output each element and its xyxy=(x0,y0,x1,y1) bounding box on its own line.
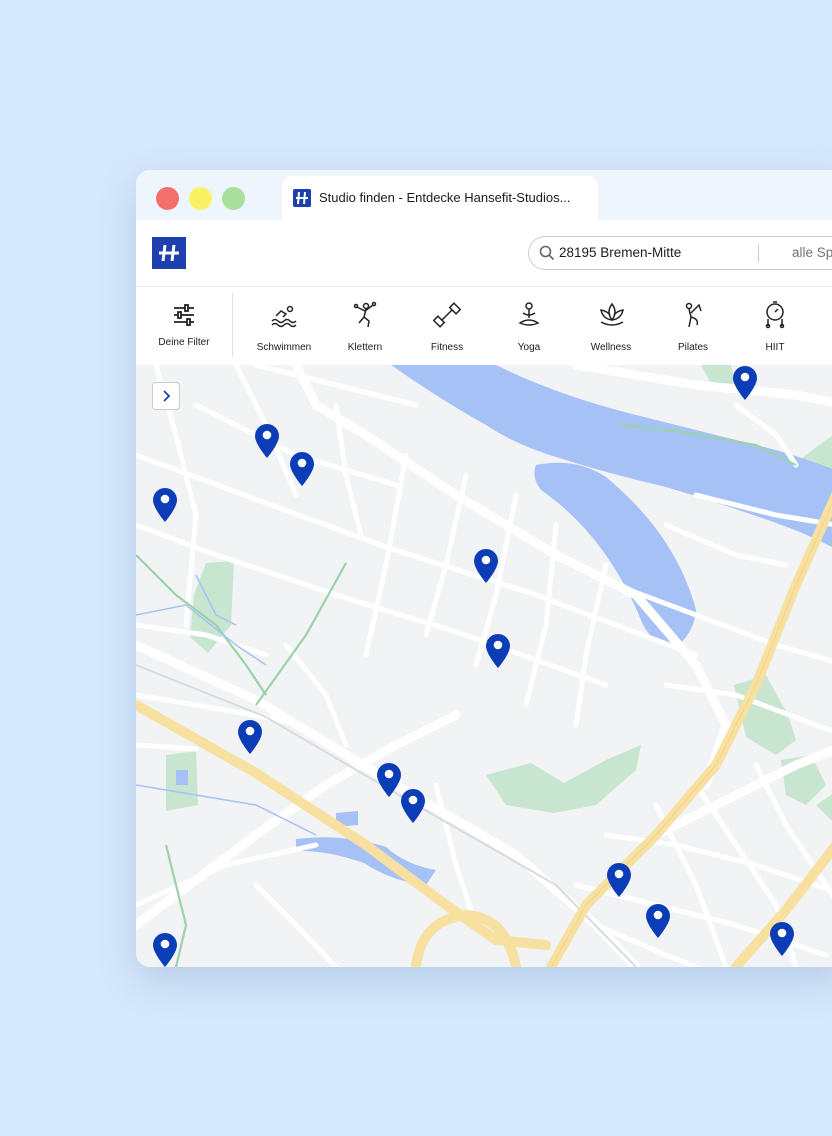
studio-marker[interactable] xyxy=(254,423,280,459)
map-canvas xyxy=(136,365,832,967)
studio-map[interactable] xyxy=(136,365,832,967)
studio-marker[interactable] xyxy=(769,921,795,957)
studio-marker[interactable] xyxy=(289,451,315,487)
studio-marker[interactable] xyxy=(606,862,632,898)
climbing-icon xyxy=(353,301,377,328)
studio-marker[interactable] xyxy=(376,762,402,798)
app-header: 28195 Bremen-Mitte alle Sp xyxy=(136,220,832,287)
category-pilates[interactable]: Pilates xyxy=(657,287,729,365)
category-filter-bar: Deine Filter Schwimmen Klettern Fitness … xyxy=(136,287,832,366)
swimming-icon xyxy=(271,305,297,328)
stopwatch-icon xyxy=(765,301,785,329)
toggle-list-button[interactable] xyxy=(152,382,180,410)
category-fitness[interactable]: Fitness xyxy=(411,287,483,365)
search-icon xyxy=(539,245,555,261)
category-klettern[interactable]: Klettern xyxy=(329,287,401,365)
filter-label: Deine Filter xyxy=(158,337,210,348)
studio-marker[interactable] xyxy=(152,932,178,967)
chevron-right-icon xyxy=(163,390,171,402)
maximize-window-button[interactable] xyxy=(222,187,245,210)
studio-marker[interactable] xyxy=(485,633,511,669)
studio-marker[interactable] xyxy=(473,548,499,584)
category-wellness[interactable]: Wellness xyxy=(575,287,647,365)
studio-marker[interactable] xyxy=(400,788,426,824)
studio-marker[interactable] xyxy=(645,903,671,939)
studio-marker[interactable] xyxy=(237,719,263,755)
filter-button[interactable]: Deine Filter xyxy=(136,287,232,365)
studio-marker[interactable] xyxy=(152,487,178,523)
location-input[interactable]: 28195 Bremen-Mitte xyxy=(559,245,681,260)
dumbbell-icon xyxy=(433,302,461,328)
category-hiit[interactable]: HIIT xyxy=(739,287,811,365)
studio-marker[interactable] xyxy=(732,365,758,401)
search-divider xyxy=(758,244,759,262)
browser-window: Studio finden - Entdecke Hansefit-Studio… xyxy=(136,170,832,967)
pilates-icon xyxy=(685,302,702,328)
sliders-icon xyxy=(174,304,194,326)
minimize-window-button[interactable] xyxy=(189,187,212,210)
hansefit-favicon-icon xyxy=(293,189,311,207)
search-bar[interactable]: 28195 Bremen-Mitte alle Sp xyxy=(528,236,832,270)
close-window-button[interactable] xyxy=(156,187,179,210)
title-bar: Studio finden - Entdecke Hansefit-Studio… xyxy=(136,170,832,220)
sport-select[interactable]: alle Sp xyxy=(792,245,832,260)
browser-tab[interactable]: Studio finden - Entdecke Hansefit-Studio… xyxy=(282,176,598,220)
tab-title: Studio finden - Entdecke Hansefit-Studio… xyxy=(319,190,571,205)
filter-divider xyxy=(232,293,233,357)
category-schwimmen[interactable]: Schwimmen xyxy=(248,287,320,365)
category-yoga[interactable]: Yoga xyxy=(493,287,565,365)
lotus-icon xyxy=(600,302,624,326)
yoga-icon xyxy=(518,302,540,326)
hansefit-logo-icon[interactable] xyxy=(152,237,186,269)
